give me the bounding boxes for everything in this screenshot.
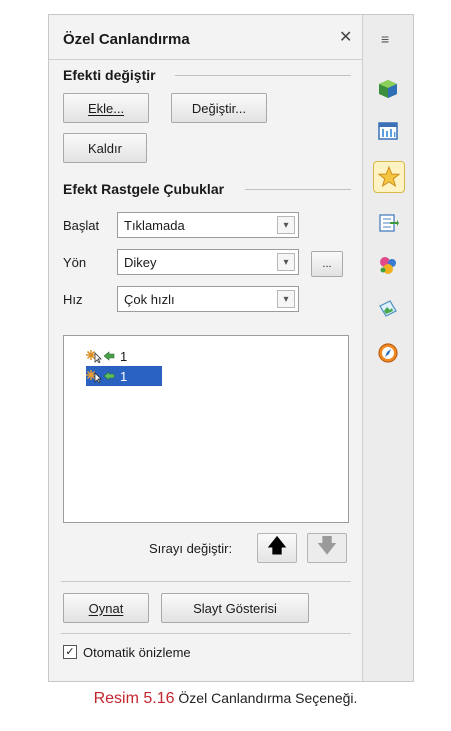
title-divider [49, 59, 363, 60]
add-effect-label: Ekle... [87, 100, 125, 116]
on-click-effect-icon [86, 350, 115, 363]
chevron-down-icon: ▾ [277, 290, 295, 308]
slideshow-button[interactable]: Slayt Gösterisi [161, 593, 309, 623]
speed-value: Çok hızlı [124, 292, 175, 307]
slideshow-label: Slayt Gösterisi [193, 600, 277, 616]
chevron-down-icon: ▾ [277, 216, 295, 234]
start-value: Tıklamada [124, 218, 185, 233]
list-item-number: 1 [120, 368, 128, 384]
sidebar: ≡ [363, 15, 413, 681]
slide-transition-icon[interactable] [376, 119, 400, 143]
divider [61, 633, 351, 634]
caption-text: Özel Canlandırma Seçeneği. [178, 690, 358, 706]
chevron-down-icon: ▾ [277, 253, 295, 271]
list-item-selected[interactable]: 1 [86, 366, 162, 386]
window-frame: Özel Canlandırma ✕ Efekti değiştir Ekle.… [48, 14, 414, 682]
on-click-effect-icon [86, 370, 115, 383]
play-button[interactable]: Oynat [63, 593, 149, 623]
custom-animation-panel: Özel Canlandırma ✕ Efekti değiştir Ekle.… [49, 15, 363, 681]
sidebar-menu-icon[interactable]: ≡ [381, 31, 389, 47]
options-label: ... [322, 258, 332, 270]
direction-label: Yön [63, 255, 87, 270]
navigator-icon[interactable] [376, 341, 400, 365]
play-label: Oynat [88, 600, 124, 616]
section-divider [245, 189, 351, 190]
properties-icon[interactable] [376, 77, 400, 101]
change-effect-button[interactable]: Değiştir... [171, 93, 267, 123]
add-effect-button[interactable]: Ekle... [63, 93, 149, 123]
section-divider [175, 75, 351, 76]
speed-label: Hız [63, 292, 83, 307]
list-item-number: 1 [120, 348, 128, 364]
caption-prefix: Resim 5.16 [93, 690, 175, 707]
speed-select[interactable]: Çok hızlı ▾ [117, 286, 299, 312]
remove-effect-label: Kaldır [88, 140, 122, 156]
direction-value: Dikey [124, 255, 157, 270]
close-icon[interactable]: ✕ [339, 27, 352, 47]
effect-heading: Efekt Rastgele Çubuklar [63, 181, 225, 197]
options-button[interactable]: ... [311, 251, 343, 277]
animation-list[interactable]: 1 1 [63, 335, 349, 523]
styles-icon[interactable] [376, 253, 400, 277]
move-up-button[interactable]: 🡅 [257, 533, 297, 563]
master-slides-icon[interactable] [376, 211, 400, 235]
list-item[interactable]: 1 [86, 346, 162, 366]
panel-title: Özel Canlandırma [63, 31, 190, 48]
gallery-icon[interactable] [376, 297, 400, 321]
divider [61, 581, 351, 582]
change-order-label: Sırayı değiştir: [149, 541, 233, 556]
modify-effect-heading: Efekti değiştir [63, 67, 156, 83]
remove-effect-button[interactable]: Kaldır [63, 133, 147, 163]
autopreview-label: Otomatik önizleme [83, 645, 191, 660]
autopreview-checkbox[interactable]: ✓ [63, 645, 77, 659]
direction-select[interactable]: Dikey ▾ [117, 249, 299, 275]
figure-caption: Resim 5.16 Özel Canlandırma Seçeneği. [0, 690, 451, 708]
change-effect-label: Değiştir... [191, 100, 247, 116]
start-select[interactable]: Tıklamada ▾ [117, 212, 299, 238]
custom-animation-icon[interactable] [373, 161, 405, 193]
arrow-down-icon: 🡇 [316, 535, 338, 557]
start-label: Başlat [63, 218, 100, 233]
move-down-button: 🡇 [307, 533, 347, 563]
arrow-up-icon: 🡅 [266, 535, 288, 557]
